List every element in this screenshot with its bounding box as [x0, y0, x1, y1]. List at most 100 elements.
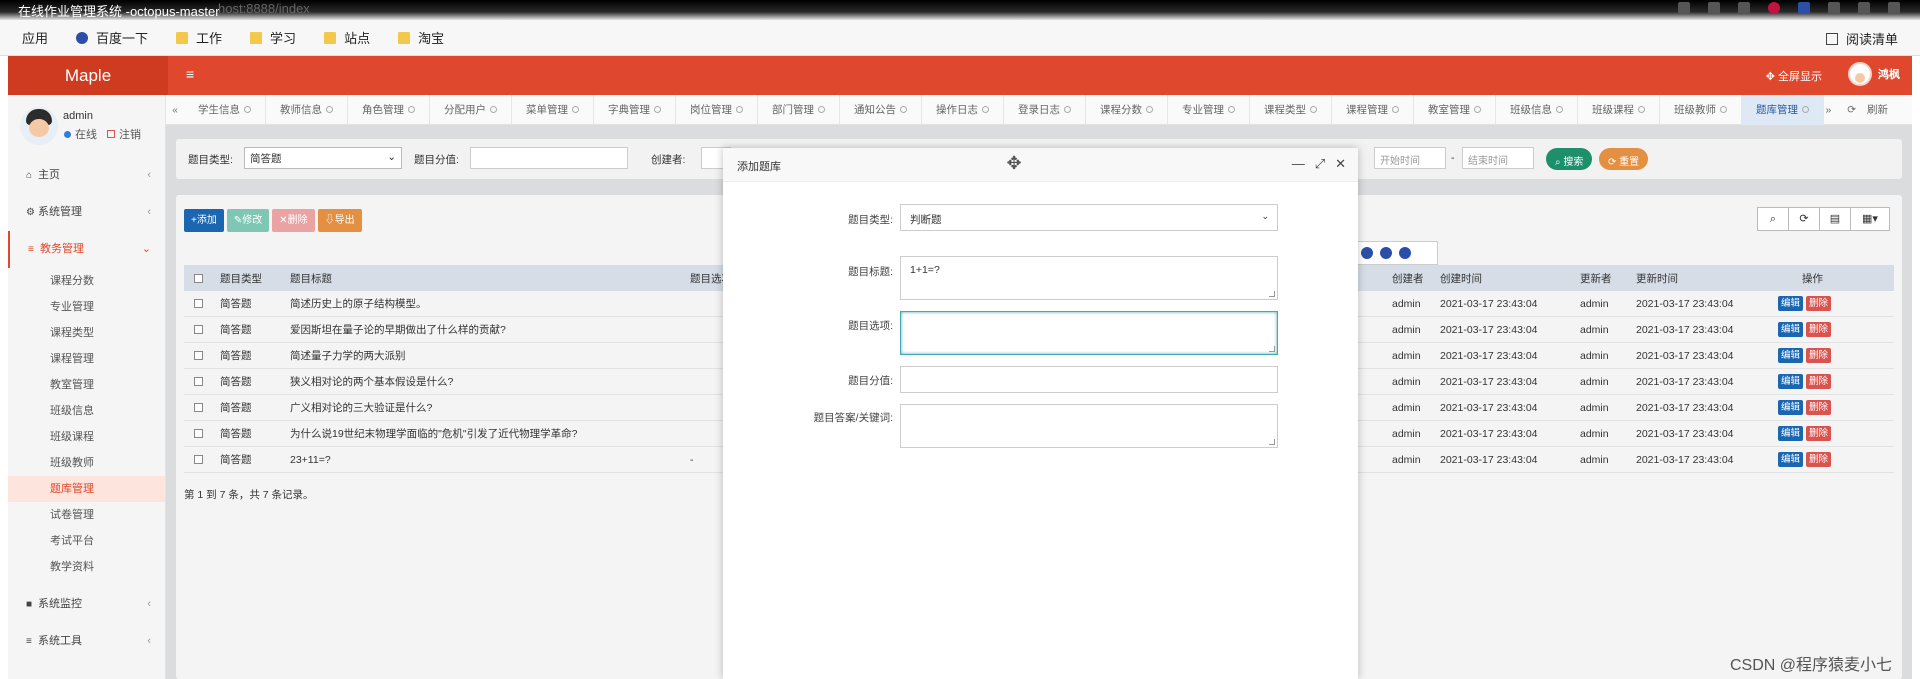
puzzle-icon[interactable] [1858, 2, 1870, 14]
maximize-icon[interactable]: ⤢ [1315, 156, 1325, 172]
sidebar-item-home[interactable]: ⌂ 主页 ‹ [8, 157, 165, 194]
fullscreen-button[interactable]: ✥ 全屏显示 [1766, 68, 1822, 84]
address-bar[interactable]: host:8888/index [218, 1, 310, 16]
sidebar-subitem[interactable]: 班级信息 [8, 398, 165, 424]
tab-item[interactable]: 专业管理 [1168, 94, 1250, 125]
search-icon[interactable]: ⌕ [1757, 207, 1789, 231]
extension-icon[interactable] [1768, 2, 1780, 14]
bookmark-study[interactable]: 学习 [250, 28, 296, 47]
row-checkbox[interactable] [194, 325, 203, 334]
dlg-options-textarea[interactable] [900, 311, 1278, 355]
select-all-checkbox[interactable] [194, 273, 203, 283]
close-tab-icon[interactable] [326, 106, 333, 114]
search-button[interactable]: ⌕ 搜索 [1546, 148, 1593, 170]
tab-item[interactable]: 课程管理 [1332, 94, 1414, 125]
close-tab-icon[interactable] [900, 106, 907, 114]
toolbox-icon[interactable] [1399, 247, 1412, 259]
close-tab-icon[interactable] [1638, 106, 1645, 114]
close-tab-icon[interactable] [1064, 106, 1071, 114]
edit-button[interactable]: ✎修改 [226, 209, 270, 232]
bookmark-taobao[interactable]: 淘宝 [398, 28, 444, 47]
row-delete-button[interactable]: 删除 [1806, 452, 1832, 467]
reset-button[interactable]: ⟳ 重置 [1599, 148, 1649, 170]
zoom-icon[interactable] [1678, 2, 1690, 14]
logout-link[interactable]: 注销 [119, 126, 141, 142]
tab-item[interactable]: 课程分数 [1086, 94, 1168, 125]
sidebar-item-system[interactable]: ⚙ 系统管理 ‹ [8, 194, 165, 231]
col-updated[interactable]: 更新时间 [1636, 271, 1678, 286]
close-tab-icon[interactable] [736, 106, 743, 114]
row-delete-button[interactable]: 删除 [1806, 426, 1832, 441]
sidebar-subitem[interactable]: 教室管理 [8, 372, 165, 398]
col-creator[interactable]: 创建者 [1392, 271, 1424, 286]
close-tab-icon[interactable] [1310, 106, 1317, 114]
close-tab-icon[interactable] [1802, 106, 1809, 114]
end-time-input[interactable]: 结束时间 [1462, 147, 1534, 169]
tab-item[interactable]: 菜单管理 [512, 94, 594, 125]
close-tab-icon[interactable] [1146, 106, 1153, 114]
dlg-type-select[interactable]: 判断题 ⌄ [900, 204, 1278, 231]
sidebar-subitem[interactable]: 教学资料 [8, 554, 165, 580]
close-tab-icon[interactable] [818, 106, 825, 114]
reading-list[interactable]: 阅读清单 [1825, 29, 1898, 48]
close-tab-icon[interactable] [982, 106, 989, 114]
score-input[interactable] [470, 147, 628, 169]
move-icon[interactable]: ✥ [1003, 152, 1025, 174]
sidebar-subitem[interactable]: 专业管理 [8, 294, 165, 320]
sidebar-item-tools[interactable]: ≡ 系统工具 ‹ [8, 623, 165, 660]
close-tab-icon[interactable] [1720, 106, 1727, 114]
sidebar-subitem[interactable]: 课程管理 [8, 346, 165, 372]
bookmark-baidu[interactable]: 百度一下 [76, 28, 148, 47]
row-checkbox[interactable] [194, 377, 203, 386]
delete-button[interactable]: ✕删除 [272, 209, 315, 232]
grid-view-icon[interactable]: ▦▾ [1850, 207, 1890, 231]
tab-item[interactable]: 班级教师 [1660, 94, 1742, 125]
menu-icon[interactable] [1888, 2, 1900, 14]
user-menu[interactable]: 鸿枫 [1848, 62, 1900, 86]
close-tab-icon[interactable] [1556, 106, 1563, 114]
start-time-input[interactable]: 开始时间 [1374, 147, 1446, 169]
row-delete-button[interactable]: 删除 [1806, 400, 1832, 415]
row-checkbox[interactable] [194, 429, 203, 438]
row-checkbox[interactable] [194, 299, 203, 308]
dlg-answer-textarea[interactable] [900, 404, 1278, 448]
sidebar-subitem[interactable]: 课程类型 [8, 320, 165, 346]
close-icon[interactable]: ✕ [1335, 156, 1346, 172]
tab-item[interactable]: 岗位管理 [676, 94, 758, 125]
minimize-icon[interactable]: — [1292, 156, 1305, 172]
tab-item[interactable]: 教师信息 [266, 94, 348, 125]
sidebar-item-academic[interactable]: ≡ 教务管理 ⌄ [8, 231, 165, 268]
row-delete-button[interactable]: 删除 [1806, 374, 1832, 389]
col-title[interactable]: 题目标题 [290, 271, 332, 286]
bookmark-work[interactable]: 工作 [176, 28, 222, 47]
row-delete-button[interactable]: 删除 [1806, 322, 1832, 337]
tab-item[interactable]: 操作日志 [922, 94, 1004, 125]
sidebar-subitem[interactable]: 班级教师 [8, 450, 165, 476]
export-button[interactable]: ⇩导出 [317, 209, 362, 232]
row-edit-button[interactable]: 编辑 [1778, 348, 1804, 363]
add-button[interactable]: +添加 [184, 209, 224, 232]
tab-item[interactable]: 登录日志 [1004, 94, 1086, 125]
type-select[interactable]: 简答题 ⌄ [244, 147, 402, 169]
refresh-icon[interactable]: ⟳ [1788, 207, 1820, 231]
tab-item[interactable]: 角色管理 [348, 94, 430, 125]
tab-scroll-right-icon[interactable]: » [1817, 95, 1839, 125]
resize-handle-icon[interactable] [1269, 291, 1275, 297]
sidebar-subitem[interactable]: 班级课程 [8, 424, 165, 450]
resize-handle-icon[interactable] [1269, 439, 1275, 445]
close-tab-icon[interactable] [1392, 106, 1399, 114]
columns-icon[interactable]: ▤ [1819, 207, 1851, 231]
tab-item[interactable]: 字典管理 [594, 94, 676, 125]
resize-handle-icon[interactable] [1269, 346, 1275, 352]
row-delete-button[interactable]: 删除 [1806, 348, 1832, 363]
row-edit-button[interactable]: 编辑 [1778, 296, 1804, 311]
row-edit-button[interactable]: 编辑 [1778, 400, 1804, 415]
bookmark-sites[interactable]: 站点 [324, 28, 370, 47]
tab-item[interactable]: 教室管理 [1414, 94, 1496, 125]
dlg-title-textarea[interactable]: 1+1=? [900, 256, 1278, 300]
tab-item[interactable]: 分配用户 [430, 94, 512, 125]
row-edit-button[interactable]: 编辑 [1778, 452, 1804, 467]
tab-item[interactable]: 题库管理 [1742, 94, 1824, 125]
sidebar-subitem[interactable]: 考试平台 [8, 528, 165, 554]
star-icon[interactable] [1738, 2, 1750, 14]
